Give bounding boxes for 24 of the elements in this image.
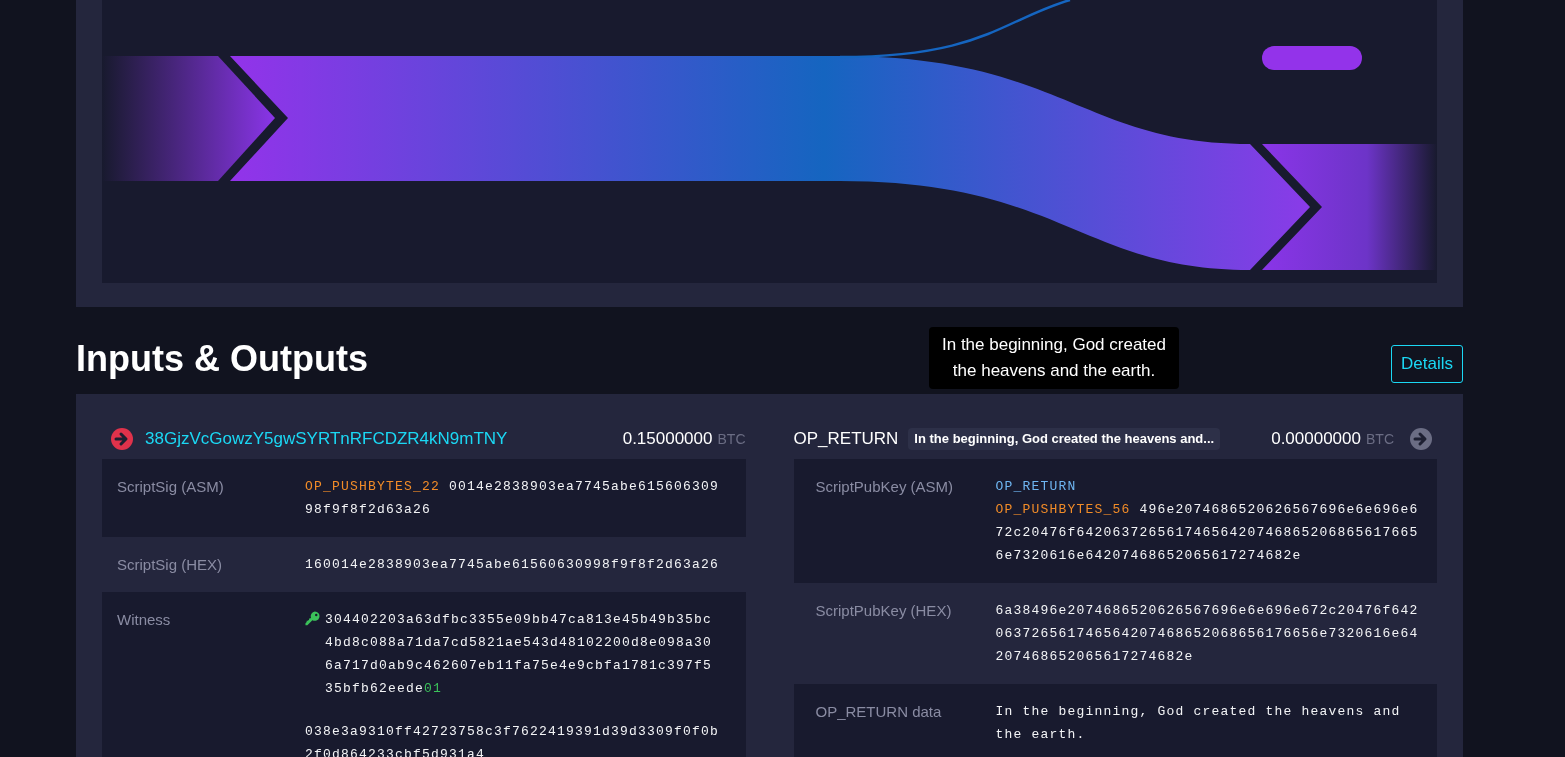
field-label: ScriptSig (ASM) [117,477,225,497]
arrow-right-icon[interactable] [111,428,133,450]
witness-data-text: 304402203a63dfbc3355e09bb47ca813e45b49b35bc4bd8c088a71da7cd5821ae543d48102200d8e098a306a717d0ab9c462607eb11fa75e4e9cbfa1781c397f535bfb62eede01 [325,611,714,698]
arrow-right-icon[interactable] [1410,428,1432,450]
script-asm-text: OP_PUSHBYTES_22 0014e2838903ea7745abe61560630998f9f8f2d63a26 [305,478,721,519]
field-label: ScriptPubKey (ASM) [815,477,955,497]
op-return-data-text: In the beginning, God created the heavens and the earth. [995,703,1402,744]
output-type-text: OP_RETURN [793,428,899,451]
message-badge: In the beginning, God created the heavens and... [908,428,1221,450]
section-title: Inputs & Outputs [76,337,368,381]
details-button[interactable]: Details [1391,345,1463,383]
script-asm-text: OP_RETURN OP_PUSHBYTES_56 496e2074686520626567696e6e696e672c20476f642063726561746564207468652068656176656e7320616e64207468652065617274682e [995,478,1420,565]
address-link[interactable]: 38GjzVcGowzY5gwSYRTnRFCDZR4kN9mTNY [145,426,508,452]
field-label: Witness [117,610,172,630]
amount-text: 0.00000000 [1271,428,1361,451]
field-label: OP_RETURN data [815,702,943,722]
script-hex-text: 6a38496e2074686520626567696e6e696e672c20476f642063726561746564207468652068656176656e7320616e64207468652065617274682e [995,602,1420,666]
amount-text: 0.15000000 [622,428,713,451]
script-hex-text: 160014e2838903ea7745abe61560630998f9f8f2d63a26 [305,556,721,574]
unit-text: BTC [1366,430,1394,450]
tooltip: In the beginning, God created the heavens and the earth. [929,327,1179,389]
field-label: ScriptSig (HEX) [117,555,224,575]
unit-text: BTC [717,430,746,450]
field-label: ScriptPubKey (HEX) [815,601,953,621]
